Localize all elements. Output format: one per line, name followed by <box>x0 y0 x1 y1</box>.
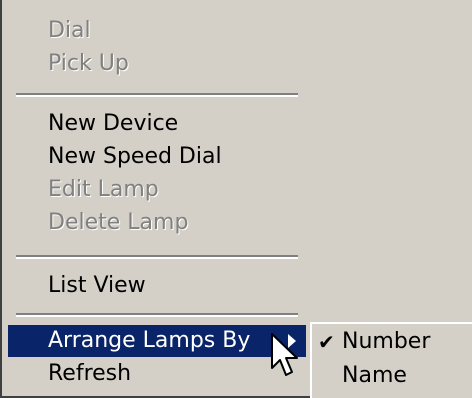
menu-item-refresh[interactable]: Refresh <box>8 358 306 390</box>
menu-item-label: Refresh <box>48 361 132 386</box>
menu-item-edit-lamp: Edit Lamp <box>8 174 306 206</box>
arrange-lamps-submenu: ✔ Number Name <box>310 322 472 398</box>
context-menu: Dial Pick Up New Device New Speed Dial E… <box>0 0 312 398</box>
menu-separator <box>16 93 298 97</box>
submenu-item-label: Number <box>342 329 431 354</box>
menu-item-arrange-lamps-by[interactable]: Arrange Lamps By <box>8 325 306 357</box>
menu-item-dial: Dial <box>8 15 306 47</box>
menu-item-label: New Speed Dial <box>48 144 222 169</box>
menu-separator <box>16 313 298 317</box>
menu-item-label: Dial <box>48 18 91 43</box>
menu-item-new-device[interactable]: New Device <box>8 108 306 140</box>
check-icon: ✔ <box>318 330 335 354</box>
submenu-item-number[interactable]: ✔ Number <box>312 326 472 358</box>
menu-item-label: Pick Up <box>48 51 129 76</box>
menu-item-label: Arrange Lamps By <box>48 328 251 353</box>
menu-item-pick-up: Pick Up <box>8 48 306 80</box>
submenu-item-label: Name <box>342 363 407 388</box>
list-view-background <box>310 0 472 322</box>
menu-item-list-view[interactable]: List View <box>8 270 306 302</box>
menu-item-label: New Device <box>48 111 179 136</box>
menu-item-label: Delete Lamp <box>48 210 189 235</box>
screen: Dial Pick Up New Device New Speed Dial E… <box>0 0 472 398</box>
menu-item-label: Edit Lamp <box>48 177 159 202</box>
menu-separator <box>16 255 298 259</box>
menu-item-new-speed-dial[interactable]: New Speed Dial <box>8 141 306 173</box>
menu-item-label: List View <box>48 273 146 298</box>
mouse-pointer-icon <box>271 333 298 376</box>
submenu-item-name[interactable]: Name <box>312 360 472 392</box>
menu-item-delete-lamp: Delete Lamp <box>8 207 306 239</box>
